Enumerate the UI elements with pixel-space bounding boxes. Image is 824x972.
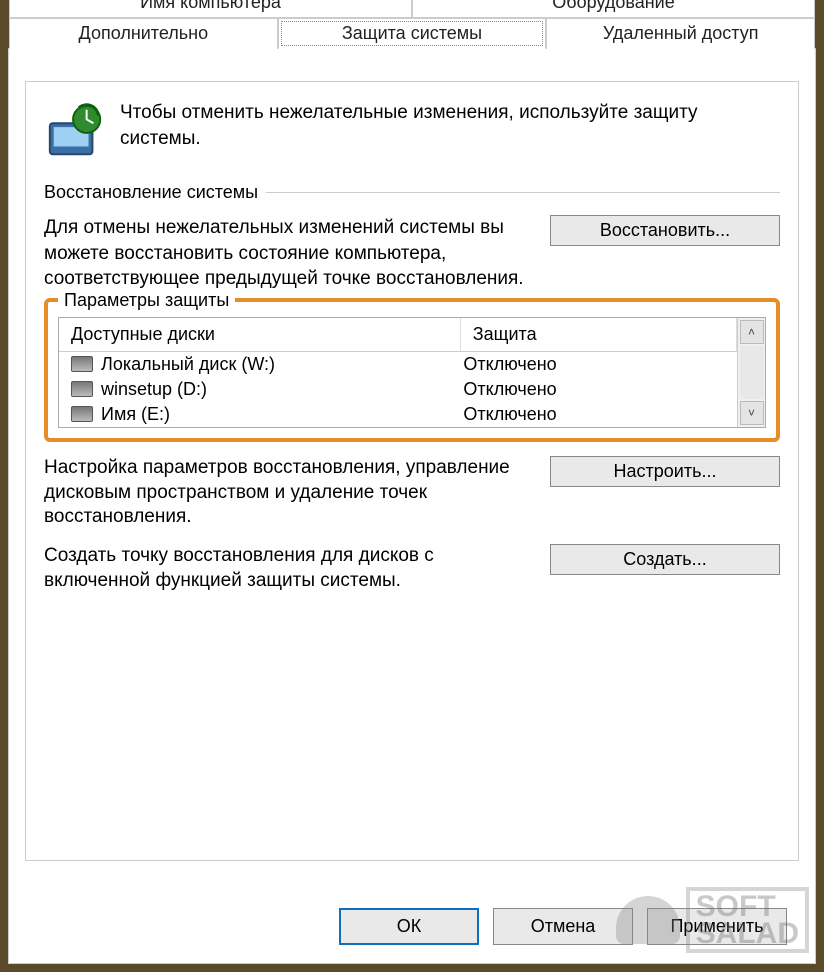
drive-name: Локальный диск (W:) <box>101 354 275 375</box>
create-row: Создать точку восстановления для дисков … <box>44 544 780 593</box>
create-button[interactable]: Создать... <box>550 544 780 575</box>
drive-table: Доступные диски Защита Локальный диск (W… <box>58 317 766 428</box>
scroll-track[interactable] <box>740 346 764 399</box>
protection-settings-frame: Параметры защиты Доступные диски Защита … <box>44 298 780 442</box>
restore-section: Для отмены нежелательных изменений систе… <box>44 215 780 292</box>
apply-button[interactable]: Применить <box>647 908 787 945</box>
drive-icon <box>71 406 93 422</box>
tab-advanced[interactable]: Дополнительно <box>9 18 278 49</box>
tabs: Имя компьютера Оборудование Дополнительн… <box>9 0 815 49</box>
intro-row: Чтобы отменить нежелательные изменения, … <box>44 100 780 162</box>
chevron-down-icon: ˅ <box>748 406 755 420</box>
system-properties-window: Свойства системы ✕ Имя компьютера Оборуд… <box>0 0 824 972</box>
tab-remote[interactable]: Удаленный доступ <box>546 18 815 49</box>
drive-icon <box>71 381 93 397</box>
configure-button[interactable]: Настроить... <box>550 456 780 487</box>
column-available-drives[interactable]: Доступные диски <box>59 318 461 351</box>
drive-name: winsetup (D:) <box>101 379 207 400</box>
drive-status: Отключено <box>463 354 725 375</box>
restore-button[interactable]: Восстановить... <box>550 215 780 246</box>
client-area: Имя компьютера Оборудование Дополнительн… <box>8 48 816 964</box>
table-row[interactable]: winsetup (D:) Отключено <box>59 377 737 402</box>
create-description: Создать точку восстановления для дисков … <box>44 544 532 593</box>
scroll-down-button[interactable]: ˅ <box>740 401 764 425</box>
drive-status: Отключено <box>463 404 725 425</box>
configure-row: Настройка параметров восстановления, упр… <box>44 456 780 530</box>
configure-description: Настройка параметров восстановления, упр… <box>44 456 532 530</box>
tab-system-protection[interactable]: Защита системы <box>278 18 547 49</box>
table-row[interactable]: Локальный диск (W:) Отключено <box>59 352 737 377</box>
tab-panel: Чтобы отменить нежелательные изменения, … <box>25 81 799 861</box>
restore-group-title: Восстановление системы <box>44 182 258 203</box>
scroll-up-button[interactable]: ˄ <box>740 320 764 344</box>
restore-description: Для отмены нежелательных изменений систе… <box>44 215 532 292</box>
restore-group-header: Восстановление системы <box>44 182 780 203</box>
intro-text: Чтобы отменить нежелательные изменения, … <box>120 100 780 162</box>
protection-group-title: Параметры защиты <box>58 290 235 311</box>
drive-name: Имя (E:) <box>101 404 170 425</box>
ok-button[interactable]: ОК <box>339 908 479 945</box>
table-row[interactable]: Имя (E:) Отключено <box>59 402 737 427</box>
cancel-button[interactable]: Отмена <box>493 908 633 945</box>
chevron-up-icon: ˄ <box>748 325 755 339</box>
tab-computer-name[interactable]: Имя компьютера <box>9 0 412 18</box>
tab-hardware[interactable]: Оборудование <box>412 0 815 18</box>
system-protection-icon <box>44 100 106 162</box>
drive-icon <box>71 356 93 372</box>
drive-table-header: Доступные диски Защита <box>59 318 737 352</box>
column-protection[interactable]: Защита <box>461 318 737 351</box>
dialog-buttons: ОК Отмена Применить <box>339 908 787 945</box>
scrollbar[interactable]: ˄ ˅ <box>737 318 765 427</box>
drive-status: Отключено <box>463 379 725 400</box>
